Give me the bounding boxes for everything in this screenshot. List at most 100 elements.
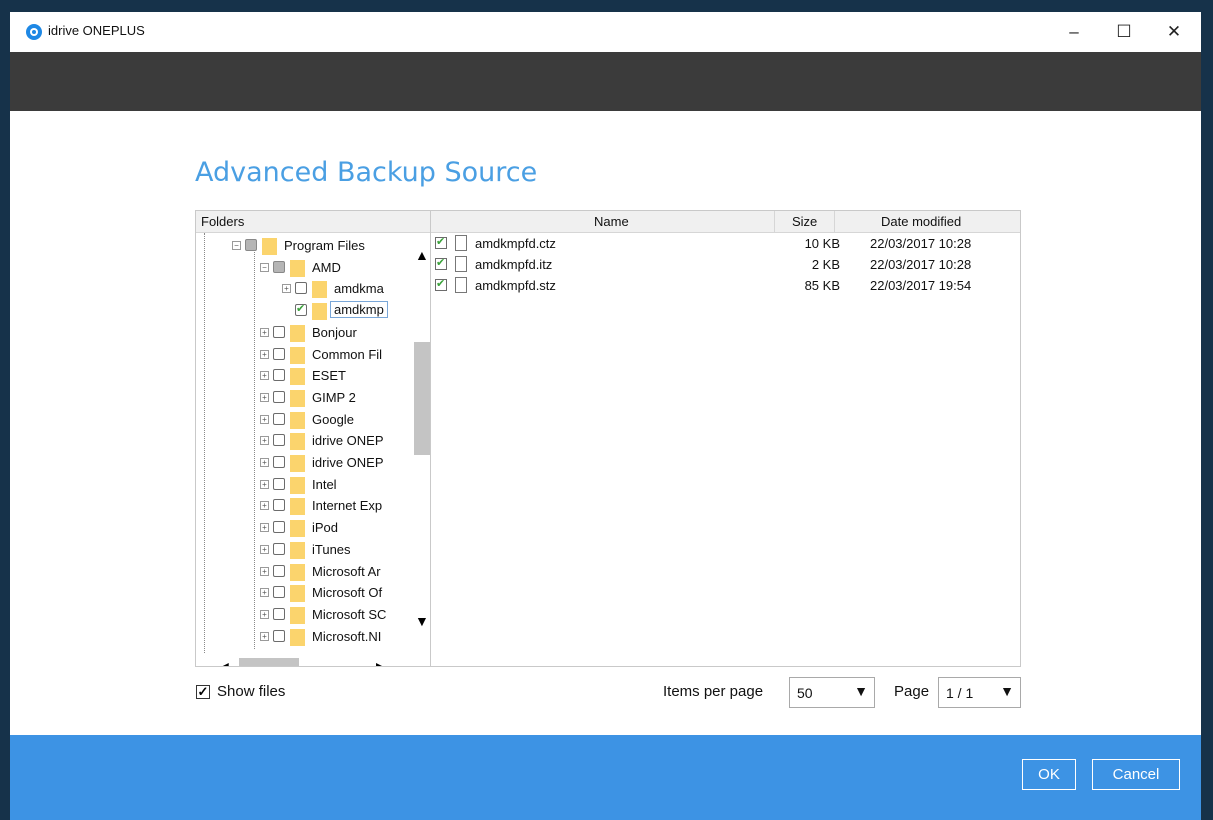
file-checkbox[interactable] xyxy=(435,256,447,270)
folder-tree-item[interactable]: + Google xyxy=(260,409,414,430)
folder-tree-item[interactable]: + GIMP 2 xyxy=(260,387,414,408)
folder-checkbox[interactable] xyxy=(273,542,285,555)
expand-icon[interactable]: + xyxy=(260,609,269,619)
column-separator[interactable] xyxy=(774,211,775,232)
folder-tree-item[interactable]: + iPod xyxy=(260,517,414,538)
minimize-button[interactable]: – xyxy=(1051,12,1097,52)
folder-tree-item[interactable]: + Microsoft.NI xyxy=(260,626,414,647)
expand-icon[interactable]: + xyxy=(260,371,269,381)
folder-tree-item[interactable]: + Internet Exp xyxy=(260,495,414,516)
expand-icon[interactable]: + xyxy=(282,284,291,294)
folder-checkbox[interactable] xyxy=(273,499,285,512)
folder-icon xyxy=(290,389,305,407)
tree-guide-line xyxy=(204,233,205,653)
folder-checkbox[interactable] xyxy=(273,564,285,577)
folder-tree-item[interactable]: + Bonjour xyxy=(260,322,414,343)
expand-icon[interactable]: + xyxy=(260,501,269,511)
folder-tree-panel[interactable]: Folders − Program Files − AMD + amdkma amdkmp +… xyxy=(195,210,431,667)
folder-checkbox[interactable] xyxy=(273,325,285,338)
folder-checkbox[interactable] xyxy=(273,586,285,599)
file-row[interactable]: amdkmpfd.itz 2 KB 22/03/2017 10:28 xyxy=(431,254,1020,275)
collapse-icon[interactable]: − xyxy=(232,241,241,250)
folder-checkbox[interactable] xyxy=(273,477,285,490)
folder-icon xyxy=(290,541,305,559)
size-column-header[interactable]: Size xyxy=(792,214,817,229)
expand-icon[interactable]: + xyxy=(260,566,269,576)
folder-label: Program Files xyxy=(284,238,365,253)
cancel-button[interactable]: Cancel xyxy=(1092,759,1180,790)
expand-icon[interactable]: + xyxy=(260,479,269,489)
scroll-down-icon[interactable]: ▼ xyxy=(415,613,429,629)
folder-icon xyxy=(290,368,305,386)
folder-icon xyxy=(312,281,327,299)
scroll-right-icon[interactable]: ▶ xyxy=(376,659,387,666)
expand-icon[interactable]: + xyxy=(260,436,269,446)
ok-button[interactable]: OK xyxy=(1022,759,1076,790)
collapse-icon[interactable]: − xyxy=(260,262,269,272)
expand-icon[interactable]: + xyxy=(260,631,269,641)
folder-label: ESET xyxy=(312,368,346,384)
page-label: Page xyxy=(894,683,930,700)
folder-checkbox[interactable] xyxy=(273,456,285,468)
folder-checkbox[interactable] xyxy=(273,347,285,360)
folder-checkbox[interactable] xyxy=(295,282,307,295)
page-select[interactable]: 1 / 1 ▼ xyxy=(938,677,1021,708)
folder-checkbox[interactable] xyxy=(273,390,285,403)
expand-icon[interactable]: + xyxy=(260,414,269,424)
folder-tree-item[interactable]: + ESET xyxy=(260,365,414,386)
name-column-header[interactable]: Name xyxy=(594,214,629,229)
folder-tree-item[interactable]: + idrive ONEP xyxy=(260,452,414,473)
file-list-header: Name Size Date modified xyxy=(431,211,1020,233)
folder-tree-vscroll-thumb[interactable] xyxy=(414,342,430,455)
expand-icon[interactable]: + xyxy=(260,458,269,467)
folder-checkbox[interactable] xyxy=(273,260,285,273)
folder-tree-item[interactable]: amdkmp xyxy=(282,300,414,321)
file-checkbox[interactable] xyxy=(435,277,447,291)
folder-label: idrive ONEP xyxy=(312,455,384,470)
file-icon xyxy=(455,256,467,272)
date-column-header[interactable]: Date modified xyxy=(881,214,961,229)
folder-tree-item[interactable]: + iTunes xyxy=(260,539,414,560)
folder-tree-item[interactable]: − Program Files xyxy=(232,235,414,256)
folder-checkbox[interactable] xyxy=(273,412,285,425)
folder-label: iPod xyxy=(312,520,339,536)
file-row[interactable]: amdkmpfd.stz 85 KB 22/03/2017 19:54 xyxy=(431,275,1020,296)
folder-checkbox[interactable] xyxy=(273,521,285,534)
folder-checkbox[interactable] xyxy=(273,434,285,447)
folder-checkbox[interactable] xyxy=(295,302,307,317)
maximize-button[interactable]: ☐ xyxy=(1101,12,1147,52)
scroll-left-icon[interactable]: ◀ xyxy=(218,659,229,666)
folder-checkbox[interactable] xyxy=(273,629,285,642)
file-name: amdkmpfd.stz xyxy=(475,278,556,293)
folder-icon xyxy=(290,628,305,646)
folder-tree-item[interactable]: + Intel xyxy=(260,474,414,495)
scroll-up-icon[interactable]: ▲ xyxy=(415,247,429,263)
folder-tree-item[interactable]: + Microsoft Of xyxy=(260,582,414,603)
page-value: 1 / 1 xyxy=(946,685,974,701)
expand-icon[interactable]: + xyxy=(260,327,269,337)
expand-icon[interactable]: + xyxy=(260,544,269,554)
close-button[interactable]: ✕ xyxy=(1151,12,1197,52)
folder-checkbox[interactable] xyxy=(245,239,257,251)
file-row[interactable]: amdkmpfd.ctz 10 KB 22/03/2017 10:28 xyxy=(431,233,1020,254)
folder-checkbox[interactable] xyxy=(273,369,285,382)
expand-icon[interactable]: + xyxy=(260,588,269,598)
folder-label: Internet Exp xyxy=(312,498,383,514)
items-per-page-label: Items per page xyxy=(663,683,764,700)
column-separator[interactable] xyxy=(834,211,835,232)
folder-tree-item[interactable]: + amdkma xyxy=(282,278,414,299)
show-files-checkbox[interactable]: ✓ xyxy=(196,685,210,699)
folder-checkbox[interactable] xyxy=(273,607,285,620)
items-per-page-select[interactable]: 50 ▼ xyxy=(789,677,875,708)
items-per-page-value: 50 xyxy=(797,685,813,701)
expand-icon[interactable]: + xyxy=(260,349,269,359)
folder-tree-item[interactable]: + Microsoft SC xyxy=(260,604,414,625)
folder-tree-hscroll-thumb[interactable] xyxy=(239,658,299,666)
folder-tree-item[interactable]: − AMD xyxy=(260,257,414,278)
expand-icon[interactable]: + xyxy=(260,523,269,533)
folder-tree-item[interactable]: + Common Fil xyxy=(260,344,414,365)
file-checkbox[interactable] xyxy=(435,235,447,249)
expand-icon[interactable]: + xyxy=(260,392,269,402)
folder-tree-item[interactable]: + Microsoft Ar xyxy=(260,561,414,582)
folder-tree-item[interactable]: + idrive ONEP xyxy=(260,430,414,451)
